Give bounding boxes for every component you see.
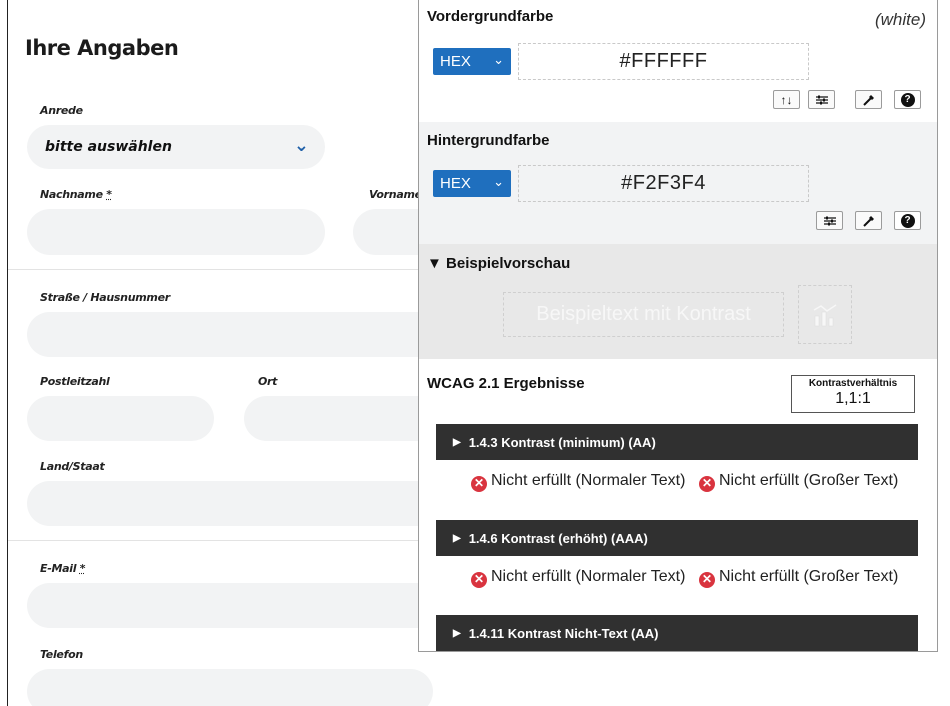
foreground-title: Vordergrundfarbe — [427, 8, 554, 25]
nachname-label: Nachname * — [40, 188, 112, 201]
chart-icon — [813, 303, 837, 326]
strasse-field[interactable] — [27, 312, 418, 357]
background-adjust-button[interactable] — [816, 211, 843, 230]
foreground-eyedropper-button[interactable] — [855, 90, 882, 109]
nachname-field[interactable] — [27, 209, 325, 255]
plz-field[interactable] — [27, 396, 214, 441]
background-section: Hintergrundfarbe HEX ⌄ #F2F3F4 ? — [419, 122, 937, 244]
ort-label: Ort — [258, 375, 278, 388]
section-divider — [8, 269, 418, 270]
swap-icon: ↑↓ — [780, 92, 793, 107]
preview-icon-box — [798, 285, 852, 344]
strasse-label: Straße / Hausnummer — [40, 291, 170, 304]
preview-toggle[interactable]: ▼ Beispielvorschau — [427, 255, 570, 272]
land-label: Land/Staat — [40, 460, 105, 473]
eyedropper-icon — [862, 215, 874, 227]
results-section: WCAG 2.1 Ergebnisse Kontrastverhältnis 1… — [419, 359, 937, 651]
background-title: Hintergrundfarbe — [427, 132, 550, 149]
anrede-select[interactable]: bitte auswählen ⌄ — [27, 125, 325, 169]
email-field[interactable] — [27, 583, 418, 628]
email-label: E-Mail * — [40, 562, 86, 575]
criterion-1-4-6[interactable]: ▶ 1.4.6 Kontrast (erhöht) (AAA) — [436, 520, 918, 556]
chevron-down-icon: ⌄ — [493, 52, 504, 67]
plz-label: Postleitzahl — [40, 375, 110, 388]
fail-x-icon: ✕ — [471, 571, 487, 588]
fail-x-icon: ✕ — [699, 475, 715, 492]
foreground-hex-input[interactable]: #FFFFFF — [518, 43, 809, 80]
foreground-help-button[interactable]: ? — [894, 90, 921, 109]
criterion-1-4-6-large-result: ✕ Nicht erfüllt (Großer Text) — [699, 567, 929, 588]
criterion-1-4-11[interactable]: ▶ 1.4.11 Kontrast Nicht-Text (AA) — [436, 615, 918, 651]
anrede-value: bitte auswählen — [45, 139, 172, 155]
contrast-ratio-box: Kontrastverhältnis 1,1:1 — [791, 375, 915, 413]
telefon-label: Telefon — [40, 648, 83, 661]
help-icon: ? — [900, 213, 915, 228]
results-title: WCAG 2.1 Ergebnisse — [427, 375, 585, 392]
fail-x-icon: ✕ — [471, 475, 487, 492]
ratio-label: Kontrastverhältnis — [808, 378, 898, 389]
criterion-1-4-3-large-result: ✕ Nicht erfüllt (Großer Text) — [699, 471, 929, 492]
fail-x-icon: ✕ — [699, 571, 715, 588]
chevron-down-icon: ⌄ — [493, 174, 504, 189]
background-help-button[interactable]: ? — [894, 211, 921, 230]
background-eyedropper-button[interactable] — [855, 211, 882, 230]
chevron-down-icon: ⌄ — [293, 135, 309, 156]
criterion-1-4-6-normal-result: ✕ Nicht erfüllt (Normaler Text) — [471, 567, 711, 588]
foreground-section: Vordergrundfarbe (white) HEX ⌄ #FFFFFF ↑… — [419, 0, 937, 122]
background-hex-input[interactable]: #F2F3F4 — [518, 165, 809, 202]
form-title: Ihre Angaben — [25, 36, 179, 60]
foreground-format-select[interactable]: HEX ⌄ — [433, 48, 511, 75]
vorname-label: Vorname — [369, 188, 422, 201]
anrede-label: Anrede — [40, 104, 83, 117]
contrast-checker-panel: Vordergrundfarbe (white) HEX ⌄ #FFFFFF ↑… — [418, 0, 938, 652]
vorname-field[interactable] — [353, 209, 418, 255]
section-divider — [8, 540, 418, 541]
background-format-select[interactable]: HEX ⌄ — [433, 170, 511, 197]
page-border — [7, 0, 8, 706]
help-icon: ? — [900, 92, 915, 107]
ratio-value: 1,1:1 — [835, 390, 871, 407]
criterion-1-4-3[interactable]: ▶ 1.4.3 Kontrast (minimum) (AA) — [436, 424, 918, 460]
foreground-adjust-button[interactable] — [808, 90, 835, 109]
preview-section: ▼ Beispielvorschau Beispieltext mit Kont… — [419, 244, 937, 359]
land-field[interactable] — [27, 481, 418, 526]
eyedropper-icon — [862, 94, 874, 106]
criterion-1-4-3-normal-result: ✕ Nicht erfüllt (Normaler Text) — [471, 471, 711, 492]
swap-colors-button[interactable]: ↑↓ — [773, 90, 800, 109]
ort-field[interactable] — [244, 396, 418, 441]
sliders-icon — [815, 95, 828, 104]
sliders-icon — [823, 216, 836, 225]
preview-sample-text: Beispieltext mit Kontrast — [503, 292, 784, 337]
color-name: (white) — [874, 10, 926, 29]
telefon-field[interactable] — [27, 669, 433, 706]
